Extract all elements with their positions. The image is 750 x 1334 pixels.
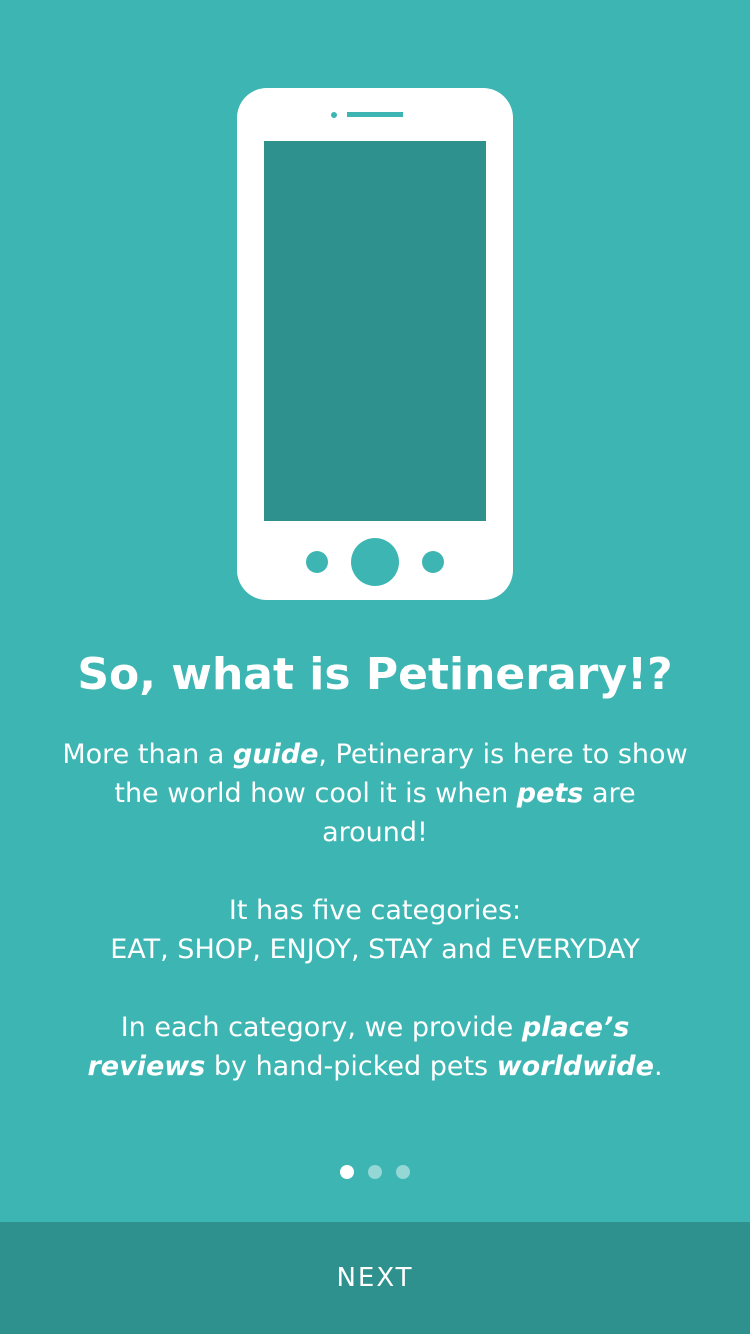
- intro-paragraph-3: In each category, we provide place’s rev…: [87, 1012, 663, 1082]
- phone-screen: [264, 141, 486, 521]
- page-dot-3[interactable]: [396, 1165, 410, 1179]
- phone-camera: [331, 112, 337, 118]
- page-title: So, what is Petinerary!?: [77, 649, 673, 700]
- smartphone-illustration: [237, 88, 513, 600]
- page-dot-1[interactable]: [340, 1165, 354, 1179]
- next-button[interactable]: NEXT: [0, 1222, 750, 1334]
- page-dot-2[interactable]: [368, 1165, 382, 1179]
- phone-left-button: [306, 551, 328, 573]
- smartphone-icon: [237, 88, 513, 600]
- guide-emphasis: guide: [232, 739, 319, 770]
- phone-speaker: [347, 112, 403, 117]
- categories-label: It has five categories:: [228, 895, 522, 926]
- next-button-label: NEXT: [336, 1263, 414, 1293]
- pets-emphasis: pets: [516, 778, 584, 809]
- worldwide-emphasis: worldwide: [496, 1051, 654, 1082]
- phone-home-button: [351, 538, 399, 586]
- intro-paragraph-2: It has five categories: EAT, SHOP, ENJOY,…: [60, 891, 690, 969]
- intro-paragraph-1: More than a guide, Petinerary is here to…: [62, 739, 688, 848]
- page-indicator: [0, 1165, 750, 1179]
- intro-text: More than a guide, Petinerary is here to…: [60, 735, 690, 1125]
- phone-right-button: [422, 551, 444, 573]
- categories-list: EAT, SHOP, ENJOY, STAY and EVERYDAY: [110, 934, 640, 965]
